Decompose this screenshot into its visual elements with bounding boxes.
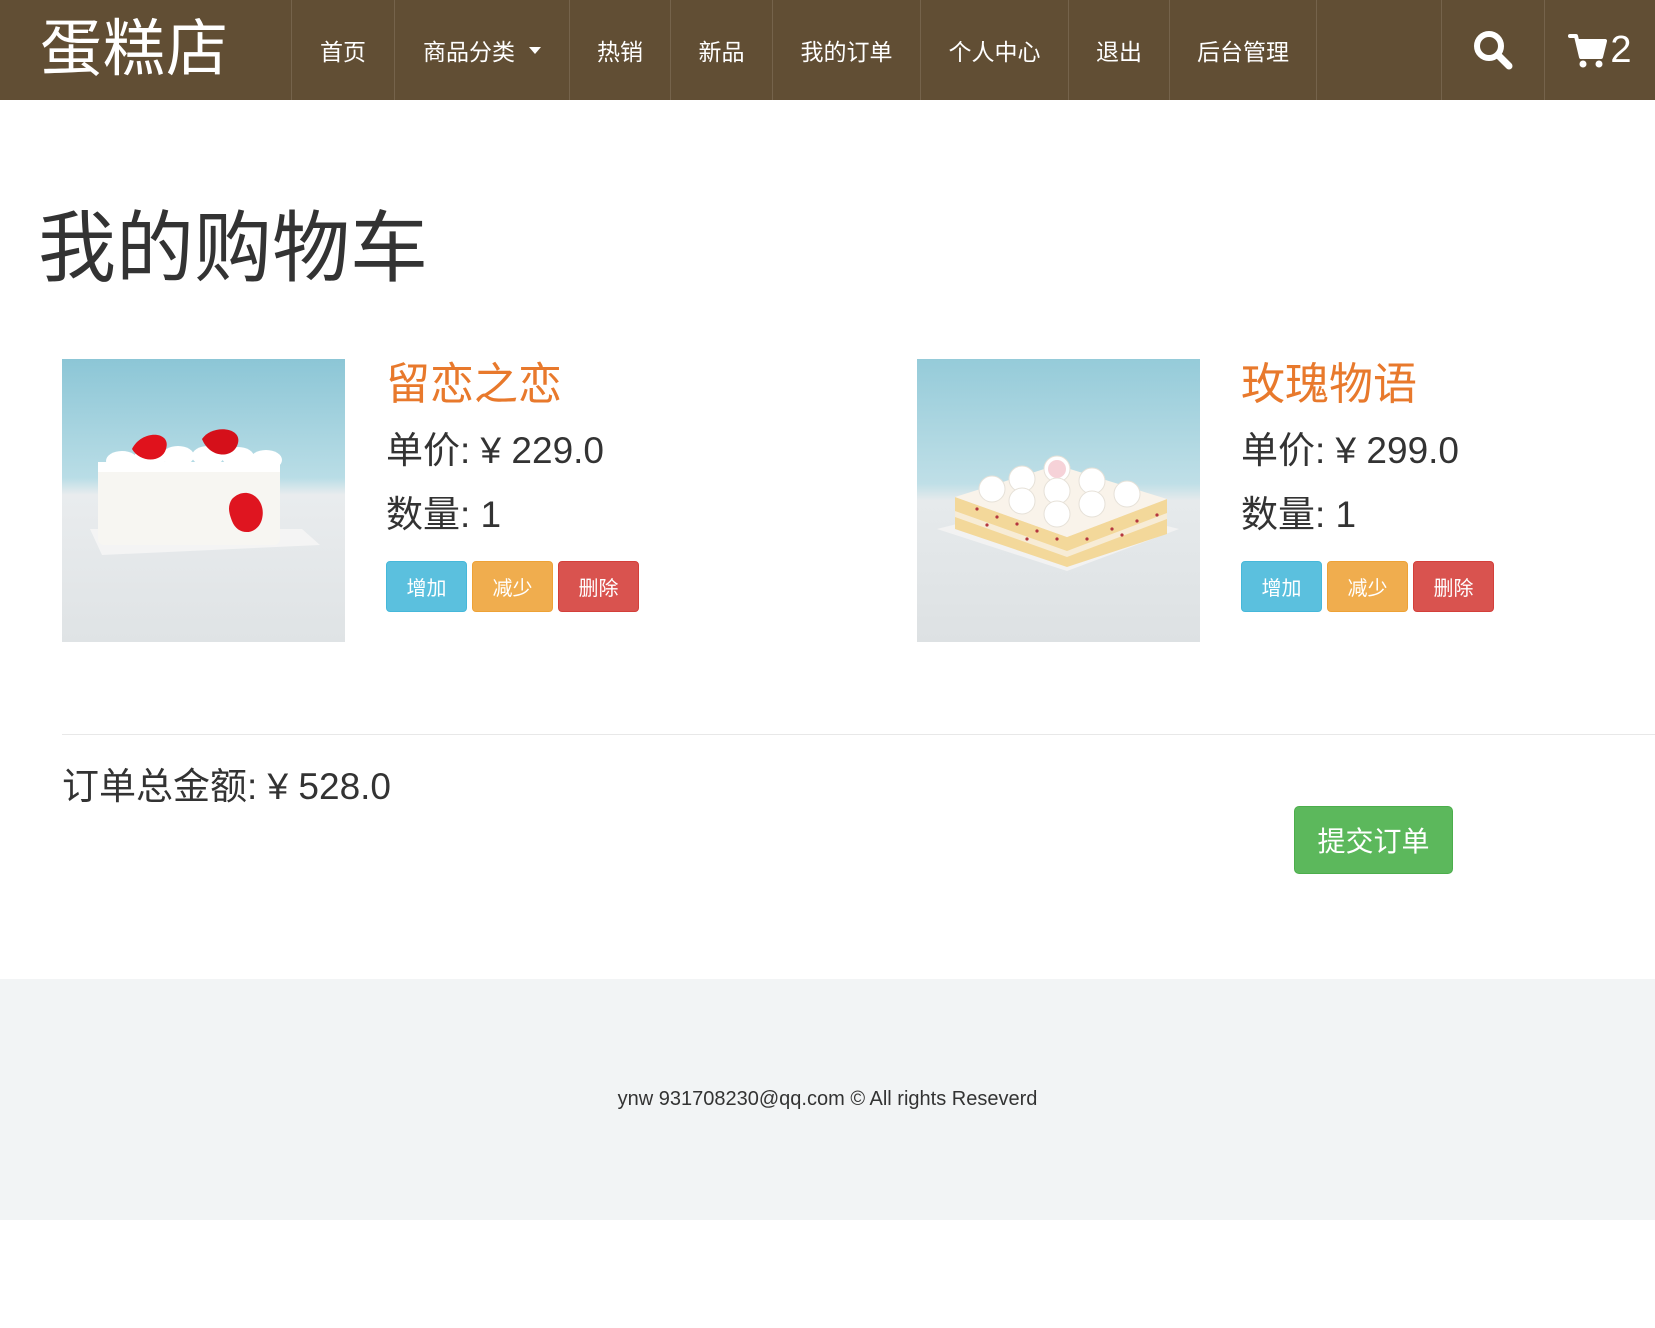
divider bbox=[62, 734, 1655, 735]
item-info: 玫瑰物语 单价: ¥ 299.0 数量: 1 增加 减少 删除 bbox=[1241, 359, 1641, 612]
quantity: 数量: 1 bbox=[1241, 494, 1357, 535]
nav-item-label: 后台管理 bbox=[1197, 39, 1289, 65]
nav-item-new[interactable]: 新品 bbox=[670, 0, 772, 100]
nav-right: 2 bbox=[1441, 0, 1655, 100]
nav-item-logout[interactable]: 退出 bbox=[1068, 0, 1169, 100]
delete-button[interactable]: 删除 bbox=[558, 561, 639, 612]
item-actions: 增加 减少 删除 bbox=[386, 561, 786, 612]
decrease-button[interactable]: 减少 bbox=[472, 561, 553, 612]
unit-price: 单价: ¥ 299.0 bbox=[1241, 430, 1460, 471]
increase-button[interactable]: 增加 bbox=[386, 561, 467, 612]
nav-item-label: 热销 bbox=[597, 39, 643, 65]
cart-count-badge: 2 bbox=[1610, 28, 1632, 71]
decrease-button[interactable]: 减少 bbox=[1327, 561, 1408, 612]
nav-item-label: 个人中心 bbox=[948, 39, 1041, 65]
nav-item-home[interactable]: 首页 bbox=[291, 0, 394, 100]
search-icon bbox=[1474, 31, 1513, 70]
cart-icon bbox=[1568, 34, 1608, 68]
product-name-link[interactable]: 留恋之恋 bbox=[386, 360, 786, 410]
footer: ynw 931708230@qq.com © All rights Reseve… bbox=[0, 979, 1655, 1220]
search-button[interactable] bbox=[1441, 0, 1544, 100]
brand-logo[interactable]: 蛋糕店 bbox=[40, 12, 229, 88]
top-navbar: 蛋糕店 首页 商品分类 热销 新品 我的订单 个人中心 退出 后台管理 2 bbox=[0, 0, 1655, 100]
submit-order-button[interactable]: 提交订单 bbox=[1294, 806, 1453, 874]
nav-item-hot[interactable]: 热销 bbox=[569, 0, 670, 100]
cart-button[interactable]: 2 bbox=[1544, 0, 1655, 100]
product-image[interactable] bbox=[917, 359, 1200, 642]
nav-item-label: 首页 bbox=[320, 39, 366, 65]
item-actions: 增加 减少 删除 bbox=[1241, 561, 1641, 612]
quantity: 数量: 1 bbox=[386, 494, 502, 535]
nav-item-my-orders[interactable]: 我的订单 bbox=[772, 0, 920, 100]
unit-price: 单价: ¥ 229.0 bbox=[386, 430, 605, 471]
increase-button[interactable]: 增加 bbox=[1241, 561, 1322, 612]
nav-item-label: 我的订单 bbox=[800, 39, 893, 65]
cake-image bbox=[62, 359, 345, 642]
product-image[interactable] bbox=[62, 359, 345, 642]
product-name-link[interactable]: 玫瑰物语 bbox=[1241, 360, 1641, 410]
item-info: 留恋之恋 单价: ¥ 229.0 数量: 1 增加 减少 删除 bbox=[386, 359, 786, 612]
caret-down-icon bbox=[529, 46, 541, 54]
delete-button[interactable]: 删除 bbox=[1413, 561, 1494, 612]
nav-item-label: 商品分类 bbox=[423, 39, 515, 65]
main-nav: 首页 商品分类 热销 新品 我的订单 个人中心 退出 后台管理 bbox=[291, 0, 1317, 100]
nav-item-categories-dropdown[interactable]: 商品分类 bbox=[394, 0, 569, 100]
nav-item-label: 退出 bbox=[1096, 39, 1142, 65]
nav-item-label: 新品 bbox=[698, 39, 745, 65]
nav-item-admin[interactable]: 后台管理 bbox=[1169, 0, 1317, 100]
order-total: 订单总金额: ¥ 528.0 bbox=[62, 766, 392, 807]
nav-item-profile[interactable]: 个人中心 bbox=[920, 0, 1068, 100]
footer-copyright: ynw 931708230@qq.com © All rights Reseve… bbox=[617, 1088, 1038, 1110]
page-title: 我的购物车 bbox=[38, 204, 429, 292]
cake-image bbox=[917, 359, 1200, 642]
